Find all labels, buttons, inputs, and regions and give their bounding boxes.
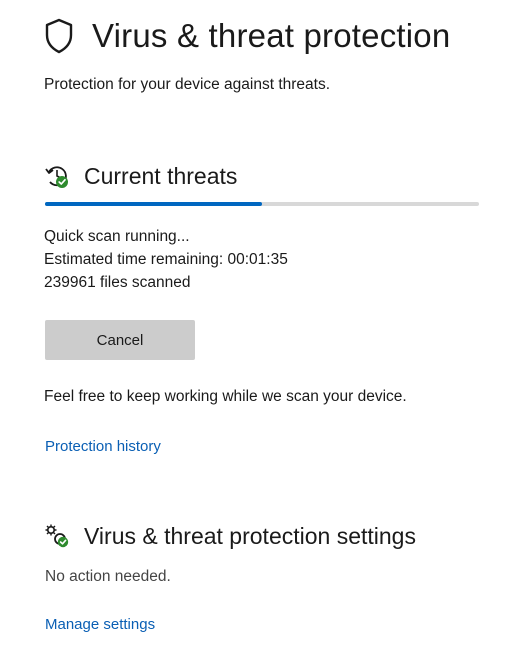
- page-subtitle: Protection for your device against threa…: [44, 76, 331, 93]
- scan-progress-bar: [45, 202, 479, 206]
- settings-header: Virus & threat protection settings: [44, 520, 416, 552]
- settings-title: Virus & threat protection settings: [84, 523, 416, 549]
- keep-working-info: Feel free to keep working while we scan …: [44, 388, 407, 405]
- settings-status-text: No action needed.: [45, 568, 171, 585]
- current-threats-header: Current threats: [44, 160, 237, 192]
- gear-check-icon: [45, 524, 69, 548]
- scan-refresh-icon: [45, 166, 68, 188]
- current-threats-title: Current threats: [84, 163, 238, 189]
- manage-settings-link[interactable]: Manage settings: [45, 616, 155, 633]
- shield-icon: [45, 18, 73, 54]
- cancel-button[interactable]: Cancel: [45, 320, 195, 360]
- scan-status-block: Quick scan running... Estimated time rem…: [44, 225, 288, 294]
- scan-status-text: Quick scan running...: [44, 228, 190, 245]
- time-remaining-text: Estimated time remaining: 00:01:35: [44, 251, 288, 268]
- protection-history-link[interactable]: Protection history: [45, 438, 161, 455]
- scan-progress-fill: [45, 202, 262, 206]
- files-scanned-text: 239961 files scanned: [44, 274, 191, 291]
- page-title: Virus & threat protection: [92, 17, 451, 54]
- page-header: Virus & threat protection: [44, 14, 450, 58]
